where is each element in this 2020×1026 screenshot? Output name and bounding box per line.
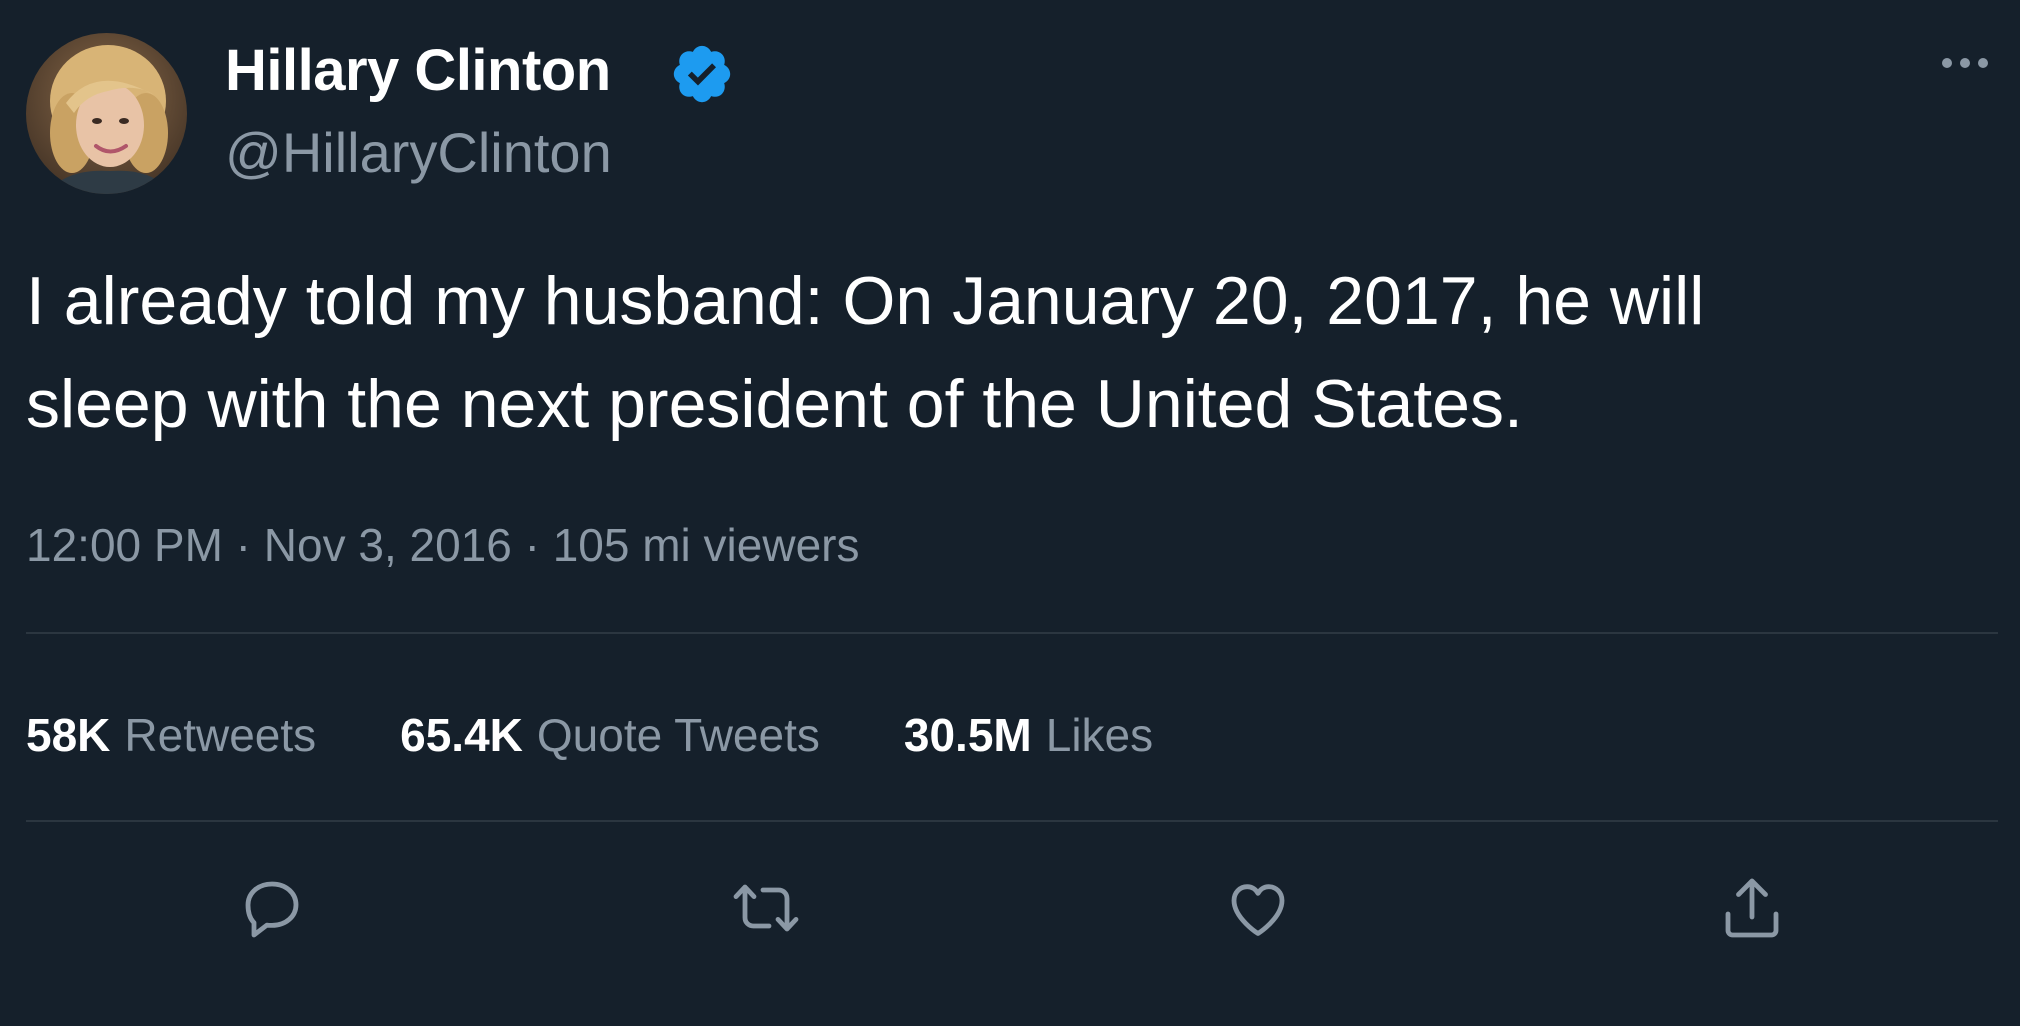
author-handle[interactable]: @HillaryClinton <box>225 118 612 188</box>
speech-bubble-icon <box>245 881 299 938</box>
divider <box>26 632 1998 634</box>
avatar-image <box>26 33 187 194</box>
retweet-arrows-icon <box>733 884 799 932</box>
retweets-count: 58K <box>26 709 111 761</box>
quote-tweets-stat[interactable]: 65.4K Quote Tweets <box>400 705 820 765</box>
retweets-label: Retweets <box>124 709 317 761</box>
tweet-actions <box>0 868 2020 948</box>
more-options-icon[interactable] <box>1935 48 1995 78</box>
tweet-stats: 58K Retweets 65.4K Quote Tweets 30.5M Li… <box>26 705 1237 765</box>
retweets-stat[interactable]: 58K Retweets <box>26 705 316 765</box>
share-upload-icon <box>1725 878 1779 938</box>
divider <box>26 820 1998 822</box>
likes-stat[interactable]: 30.5M Likes <box>904 705 1153 765</box>
avatar[interactable] <box>26 33 187 194</box>
quote-tweets-label: Quote Tweets <box>536 709 820 761</box>
tweet-timestamp[interactable]: 12:00 PM · Nov 3, 2016 · 105 mi viewers <box>26 515 859 575</box>
quote-tweets-count: 65.4K <box>400 709 523 761</box>
reply-button[interactable] <box>232 868 312 948</box>
share-button[interactable] <box>1712 868 1792 948</box>
tweet-card: Hillary Clinton @HillaryClinton I alread… <box>0 0 2020 1026</box>
retweet-button[interactable] <box>726 868 806 948</box>
likes-label: Likes <box>1045 709 1154 761</box>
heart-icon <box>1231 884 1285 936</box>
author-name[interactable]: Hillary Clinton <box>225 36 611 106</box>
likes-count: 30.5M <box>903 709 1032 761</box>
tweet-text: I already told my husband: On January 20… <box>26 263 1705 442</box>
verified-badge-icon <box>673 45 731 103</box>
like-button[interactable] <box>1218 868 1298 948</box>
